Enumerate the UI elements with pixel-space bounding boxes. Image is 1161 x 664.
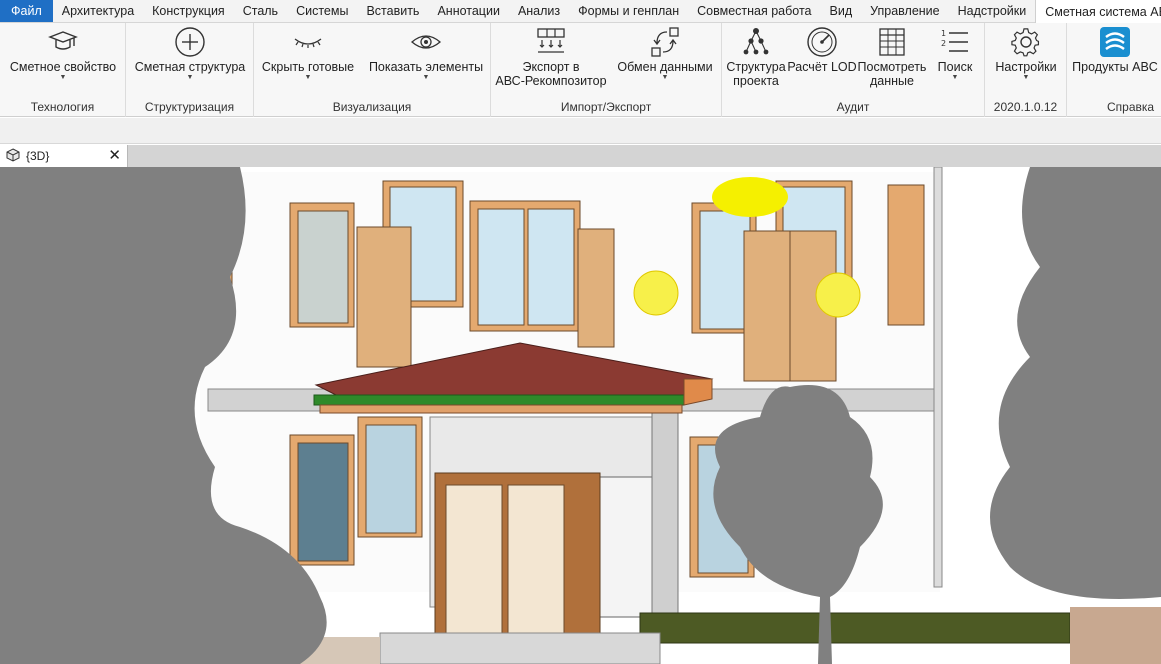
panel-help: Продукты ABC Справка — [1067, 23, 1161, 117]
tab-structure[interactable]: Конструкция — [143, 0, 234, 22]
chevron-down-icon: ▼ — [422, 74, 430, 81]
eye-closed-icon — [290, 25, 326, 59]
estimate-structure-label: Сметная структура — [134, 60, 246, 74]
tab-massing-site[interactable]: Формы и генплан — [569, 0, 688, 22]
eye-icon — [408, 25, 444, 59]
tab-annotate[interactable]: Аннотации — [428, 0, 508, 22]
data-exchange-button[interactable]: Обмен данными ▼ — [613, 25, 717, 95]
estimate-structure-button[interactable]: Сметная структура ▼ — [132, 25, 248, 95]
view-data-button[interactable]: Посмотреть данные — [856, 25, 928, 95]
view-data-label-1: Посмотреть — [857, 60, 927, 74]
show-elements-label: Показать элементы — [368, 60, 484, 74]
tab-collaborate[interactable]: Совместная работа — [688, 0, 820, 22]
panel-audit: Структура проекта Расчёт LOD Посмотреть … — [722, 23, 985, 117]
ribbon: Сметное свойство ▼ Технология Сметная ст… — [0, 23, 1161, 117]
export-grid-icon — [533, 25, 569, 59]
svg-text:2: 2 — [941, 39, 946, 48]
numbered-list-icon: 12 — [937, 25, 973, 59]
lod-calculation-label: Расчёт LOD — [787, 60, 857, 74]
project-structure-label-2: проекта — [733, 74, 779, 88]
tab-architecture[interactable]: Архитектура — [53, 0, 143, 22]
view-tab-title: {3D} — [26, 149, 50, 163]
panel-title-audit: Аудит — [836, 100, 870, 114]
options-bar — [0, 118, 1161, 144]
tab-abc-estimate-system[interactable]: Сметная система ABC — [1035, 0, 1161, 24]
project-structure-button[interactable]: Структура проекта — [724, 25, 788, 95]
estimate-property-button[interactable]: Сметное свойство ▼ — [8, 25, 118, 95]
exchange-icon — [647, 25, 683, 59]
gauge-icon — [804, 25, 840, 59]
view-tab-bar: {3D} ✕ — [0, 145, 1161, 167]
hierarchy-icon — [738, 25, 774, 59]
tab-systems[interactable]: Системы — [287, 0, 357, 22]
export-recomposer-label-1: Экспорт в — [522, 60, 580, 74]
panel-technology: Сметное свойство ▼ Технология — [0, 23, 126, 117]
ground — [200, 607, 1161, 664]
hide-finished-label: Скрыть готовые — [261, 60, 355, 74]
close-icon[interactable]: ✕ — [108, 146, 121, 164]
project-structure-label-1: Структура — [726, 60, 786, 74]
chevron-down-icon: ▼ — [1022, 74, 1030, 81]
view-data-label-2: данные — [870, 74, 914, 88]
building-3d-view — [0, 167, 1161, 664]
plus-circle-icon — [172, 25, 208, 59]
panel-title-visualization: Визуализация — [332, 100, 412, 114]
estimate-property-label: Сметное свойство — [9, 60, 117, 74]
hide-finished-button[interactable]: Скрыть готовые ▼ — [258, 25, 358, 95]
gear-icon — [1008, 25, 1044, 59]
data-exchange-label: Обмен данными — [617, 60, 713, 74]
chevron-down-icon: ▼ — [951, 74, 959, 81]
tab-addins[interactable]: Надстройки — [949, 0, 1036, 22]
lod-calculation-button[interactable]: Расчёт LOD — [787, 25, 857, 95]
graduation-cap-icon — [45, 25, 81, 59]
panel-visualization: Скрыть готовые ▼ Показать элементы ▼ Виз… — [254, 23, 491, 117]
chevron-down-icon: ▼ — [186, 74, 194, 81]
panel-title-structuring: Структуризация — [144, 100, 235, 114]
panel-title-import-export: Импорт/Экспорт — [560, 100, 652, 114]
export-recomposer-button[interactable]: Экспорт в АВС-Рекомпозитор — [495, 25, 607, 95]
3d-viewport[interactable] — [0, 167, 1161, 664]
abc-logo-icon — [1097, 25, 1133, 59]
ribbon-tab-bar: Файл Архитектура Конструкция Сталь Систе… — [0, 0, 1161, 24]
downpipe — [933, 167, 943, 588]
abc-products-button[interactable]: Продукты ABC — [1069, 25, 1161, 95]
show-elements-button[interactable]: Показать элементы ▼ — [366, 25, 486, 95]
chevron-down-icon: ▼ — [59, 74, 67, 81]
3d-cube-icon — [6, 147, 20, 165]
panel-settings-version: Настройки ▼ 2020.1.0.12 — [985, 23, 1067, 117]
tab-manage[interactable]: Управление — [861, 0, 949, 22]
settings-button[interactable]: Настройки ▼ — [991, 25, 1061, 95]
tab-file[interactable]: Файл — [0, 0, 53, 22]
panel-structuring: Сметная структура ▼ Структуризация — [126, 23, 254, 117]
search-button[interactable]: 12 Поиск ▼ — [928, 25, 982, 95]
svg-text:1: 1 — [941, 29, 946, 38]
search-label: Поиск — [937, 60, 973, 74]
tab-view[interactable]: Вид — [821, 0, 862, 22]
panel-title-technology: Технология — [30, 100, 95, 114]
settings-label: Настройки — [995, 60, 1057, 74]
table-icon — [874, 25, 910, 59]
chevron-down-icon: ▼ — [661, 74, 669, 81]
tab-steel[interactable]: Сталь — [234, 0, 287, 22]
tab-insert[interactable]: Вставить — [357, 0, 428, 22]
panel-import-export: Экспорт в АВС-Рекомпозитор Обмен данными… — [491, 23, 722, 117]
abc-products-label: Продукты ABC — [1072, 60, 1158, 74]
view-tab-3d[interactable]: {3D} ✕ — [0, 145, 128, 167]
chevron-down-icon: ▼ — [304, 74, 312, 81]
tab-analyze[interactable]: Анализ — [509, 0, 569, 22]
export-recomposer-label-2: АВС-Рекомпозитор — [495, 74, 607, 88]
panel-title-help: Справка — [1107, 100, 1155, 114]
panel-title-version: 2020.1.0.12 — [993, 100, 1058, 114]
